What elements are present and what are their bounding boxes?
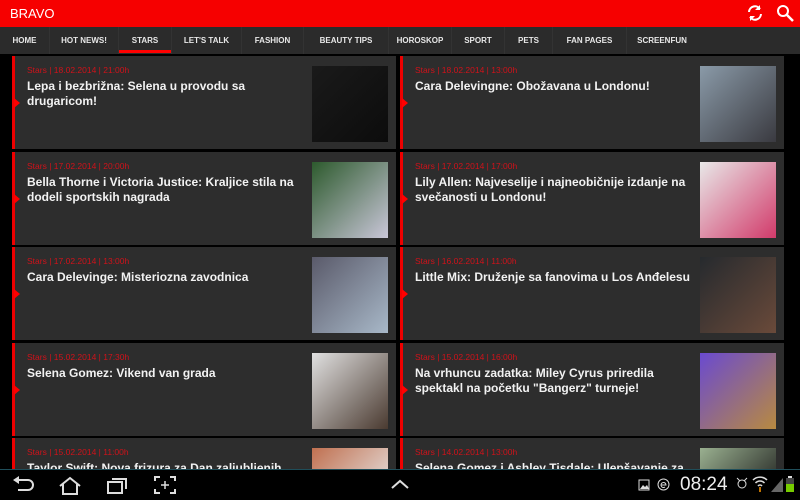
signal-icon — [771, 478, 783, 492]
article-title: Cara Delevingne: Obožavana u Londonu! — [415, 79, 650, 93]
selection-arrow-icon — [402, 193, 408, 204]
selection-arrow-icon — [14, 384, 20, 395]
article-meta: Stars | 18.02.2014 | 21:00h — [27, 65, 130, 75]
article-thumbnail[interactable] — [700, 66, 776, 142]
article-meta: Stars | 14.02.2014 | 13:00h — [415, 447, 518, 457]
article-thumbnail[interactable] — [312, 352, 388, 429]
article-meta: Stars | 16.02.2014 | 11:00h — [415, 256, 517, 266]
battery-icon — [786, 476, 794, 492]
gallery-notification-icon — [638, 479, 650, 491]
article-title: Lepa i bezbrižna: Selena u provodu sa dr… — [27, 79, 246, 108]
article-meta: Stars | 15.02.2014 | 17:30h — [27, 351, 130, 362]
article-thumbnail[interactable] — [312, 161, 388, 238]
article-thumbnail[interactable] — [312, 257, 388, 333]
article-thumbnail[interactable] — [700, 257, 776, 333]
article-card[interactable]: Stars | 15.02.2014 | 17:30h Selena Gomez… — [12, 342, 396, 436]
tab-sport[interactable]: SPORT — [452, 27, 505, 54]
wifi-icon — [752, 476, 768, 492]
article-title: Selena Gomez: Vikend van grada — [27, 365, 216, 380]
tab-stars[interactable]: STARS — [119, 27, 172, 54]
tab-fan-pages[interactable]: FAN PAGES — [553, 27, 627, 54]
article-thumbnail[interactable] — [312, 66, 388, 142]
tab-beauty-tips[interactable]: BEAUTY TIPS — [304, 27, 389, 54]
article-card[interactable]: Stars | 15.02.2014 | 16:00h Na vrhuncu z… — [400, 342, 784, 436]
article-meta: Stars | 17.02.2014 | 20:00h — [27, 160, 130, 171]
app-bar: BRAVO — [0, 0, 800, 27]
selection-arrow-icon — [402, 384, 408, 395]
selection-arrow-icon — [402, 289, 408, 299]
tab-horoskop[interactable]: HOROSKOP — [389, 27, 452, 54]
article-meta: Stars | 17.02.2014 | 13:00h — [27, 256, 130, 266]
article-meta: Stars | 18.02.2014 | 13:00h — [415, 65, 518, 75]
tab-screenfun[interactable]: SCREENFUN — [627, 27, 697, 54]
sync-status-icon — [736, 477, 748, 489]
back-icon[interactable] — [12, 476, 36, 494]
article-list: Stars | 18.02.2014 | 21:00h Lepa i bezbr… — [0, 54, 800, 500]
tab-home[interactable]: HOME — [0, 27, 50, 54]
selection-arrow-icon — [14, 289, 20, 299]
article-card[interactable]: Stars | 16.02.2014 | 11:00h Little Mix: … — [400, 247, 784, 340]
tab-hot-news[interactable]: HOT NEWS! — [50, 27, 119, 54]
category-tabs: HOME HOT NEWS! STARS LET'S TALK FASHION … — [0, 27, 800, 54]
article-card[interactable]: Stars | 17.02.2014 | 17:00h Lily Allen: … — [400, 151, 784, 245]
tab-lets-talk[interactable]: LET'S TALK — [172, 27, 242, 54]
article-title: Little Mix: Druženje sa fanovima u Los A… — [415, 270, 690, 284]
selection-arrow-icon — [402, 98, 408, 108]
article-title: Na vrhuncu zadatka: Miley Cyrus priredil… — [415, 365, 654, 395]
tab-pets[interactable]: PETS — [505, 27, 553, 54]
article-meta: Stars | 15.02.2014 | 16:00h — [415, 351, 518, 362]
refresh-icon[interactable] — [746, 4, 764, 22]
article-card[interactable]: Stars | 18.02.2014 | 13:00h Cara Delevin… — [400, 56, 784, 149]
recent-apps-icon[interactable] — [106, 476, 128, 494]
article-title: Bella Thorne i Victoria Justice: Kraljic… — [27, 174, 294, 204]
article-meta: Stars | 15.02.2014 | 11:00h — [27, 447, 129, 457]
system-nav-bar: 08:24 — [0, 469, 800, 500]
article-title: Lily Allen: Najveselije i najneobičnije … — [415, 174, 686, 204]
search-icon[interactable] — [776, 4, 794, 22]
tab-fashion[interactable]: FASHION — [242, 27, 304, 54]
article-card[interactable]: Stars | 17.02.2014 | 20:00h Bella Thorne… — [12, 151, 396, 245]
article-thumbnail[interactable] — [700, 161, 776, 238]
article-title: Cara Delevinge: Misteriozna zavodnica — [27, 270, 249, 284]
home-icon[interactable] — [58, 476, 82, 496]
article-meta: Stars | 17.02.2014 | 17:00h — [415, 160, 518, 171]
screenshot-icon[interactable] — [154, 476, 176, 494]
chevron-up-icon[interactable] — [390, 479, 410, 489]
article-card[interactable]: Stars | 17.02.2014 | 13:00h Cara Delevin… — [12, 247, 396, 340]
selection-arrow-icon — [14, 98, 20, 108]
selection-arrow-icon — [14, 193, 20, 204]
e-notification-icon — [657, 478, 670, 491]
article-thumbnail[interactable] — [700, 352, 776, 429]
app-title: BRAVO — [10, 6, 55, 21]
clock: 08:24 — [680, 474, 728, 495]
article-card[interactable]: Stars | 18.02.2014 | 21:00h Lepa i bezbr… — [12, 56, 396, 149]
